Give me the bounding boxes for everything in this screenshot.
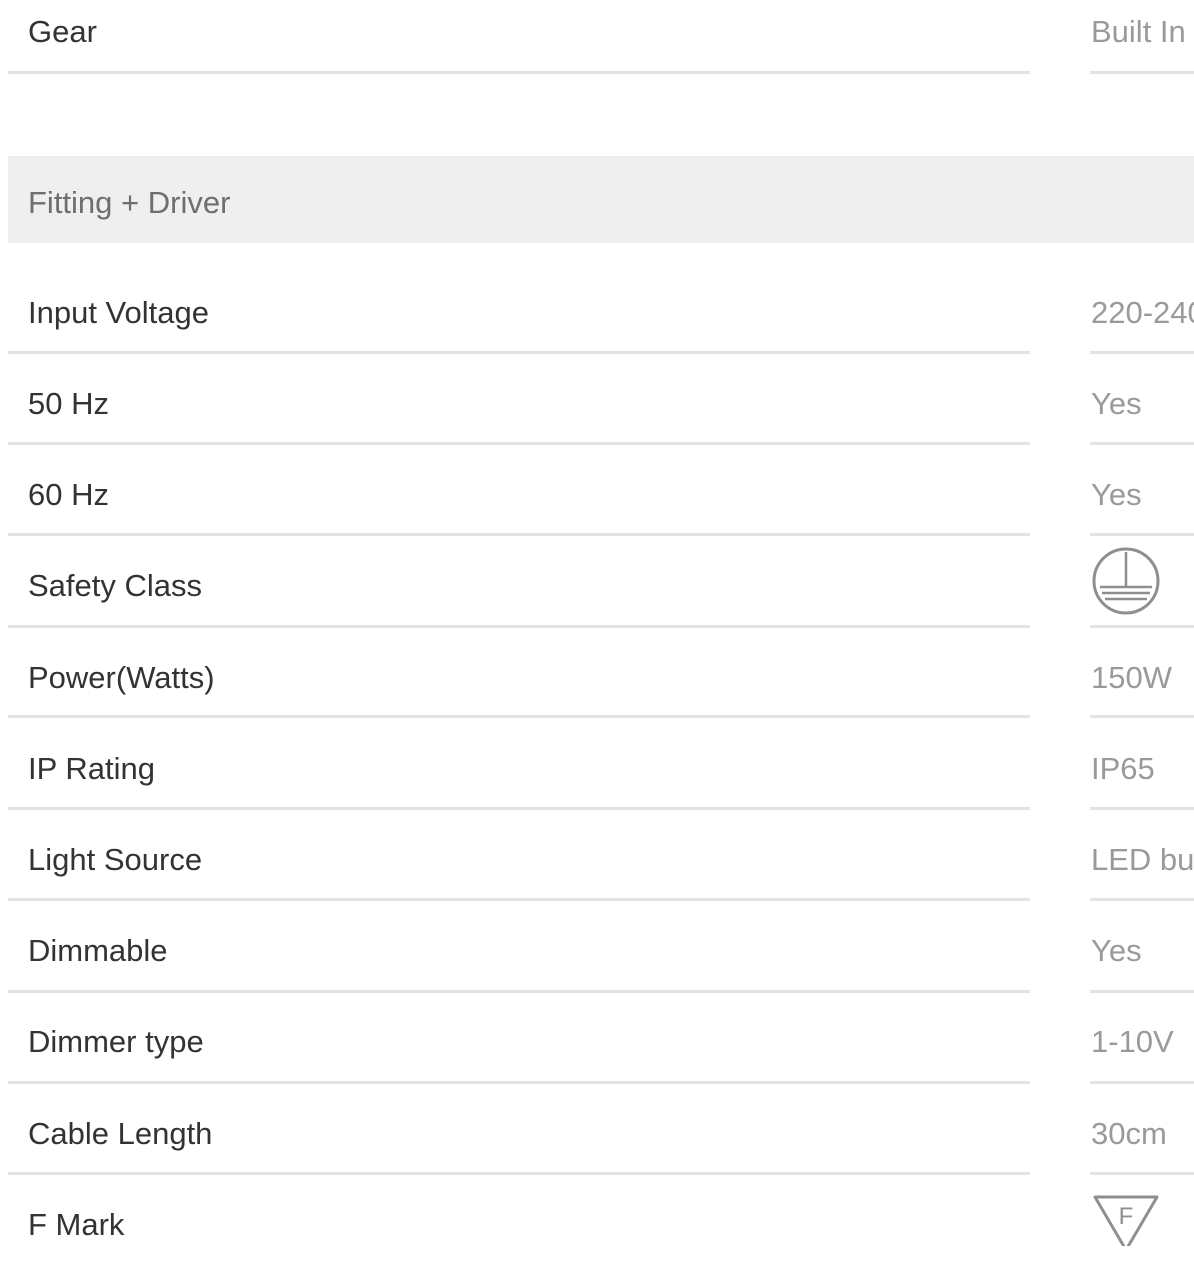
spec-value: 1-10V [1091,1024,1174,1059]
spec-label: Input Voltage [28,295,209,330]
row-divider [1090,533,1194,536]
row-divider [8,807,1030,810]
spec-label: Power(Watts) [28,660,215,695]
row-divider [1090,1172,1194,1175]
spec-label: Dimmer type [28,1024,204,1059]
spec-value: Yes [1091,933,1142,968]
spec-label: 60 Hz [28,477,109,512]
spec-label: F Mark [28,1207,125,1242]
spec-label: 50 Hz [28,386,109,421]
spec-label: Dimmable [28,933,168,968]
row-divider [1090,351,1194,354]
spec-value: Yes [1091,386,1142,421]
row-divider [8,990,1030,993]
f-mark-letter: F [1119,1203,1134,1230]
spec-value: Yes [1091,477,1142,512]
section-title: Fitting + Driver [28,185,231,220]
spec-value: Built In [1091,14,1186,49]
row-divider [1090,1081,1194,1084]
row-divider [1090,625,1194,628]
spec-row-gear: Gear Built In [0,0,1194,91]
spec-row-safety-class: Safety Class [0,550,1194,641]
section-header: Fitting + Driver [8,156,1194,243]
row-divider [8,1081,1030,1084]
spec-row-dimmer-type: Dimmer type 1-10V [0,1006,1194,1097]
spec-value: IP65 [1091,751,1155,786]
spec-row-50hz: 50 Hz Yes [0,368,1194,459]
spec-label: Gear [28,14,97,49]
spec-value: 150W [1091,660,1172,695]
row-divider [8,71,1030,74]
spec-value: 30cm [1091,1116,1167,1151]
row-divider [1090,715,1194,718]
spec-value: LED built in [1091,842,1194,877]
spec-label: Light Source [28,842,203,877]
row-divider [8,715,1030,718]
spec-row-input-voltage: Input Voltage 220-240 [0,277,1194,368]
f-mark-icon: F [1092,1194,1160,1246]
row-divider [1090,442,1194,445]
spec-row-dimmable: Dimmable Yes [0,915,1194,1006]
spec-row-power: Power(Watts) 150W [0,642,1194,733]
row-divider [8,625,1030,628]
row-divider [8,1172,1030,1175]
spec-row-60hz: 60 Hz Yes [0,459,1194,550]
spec-label: IP Rating [28,751,155,786]
row-divider [1090,898,1194,901]
spec-label: Cable Length [28,1116,213,1151]
spec-row-f-mark: F Mark [0,1189,1194,1246]
spec-row-light-source: Light Source LED built in [0,824,1194,915]
spec-value: 220-240 [1091,295,1194,330]
row-divider [8,351,1030,354]
spec-row-cable-length: Cable Length 30cm [0,1098,1194,1189]
row-divider [8,898,1030,901]
spec-row-ip-rating: IP Rating IP65 [0,733,1194,824]
row-divider [8,533,1030,536]
row-divider [8,442,1030,445]
row-divider [1090,807,1194,810]
row-divider [1090,990,1194,993]
earth-ground-icon [1091,546,1161,616]
spec-label: Safety Class [28,568,203,603]
row-divider [1090,71,1194,74]
